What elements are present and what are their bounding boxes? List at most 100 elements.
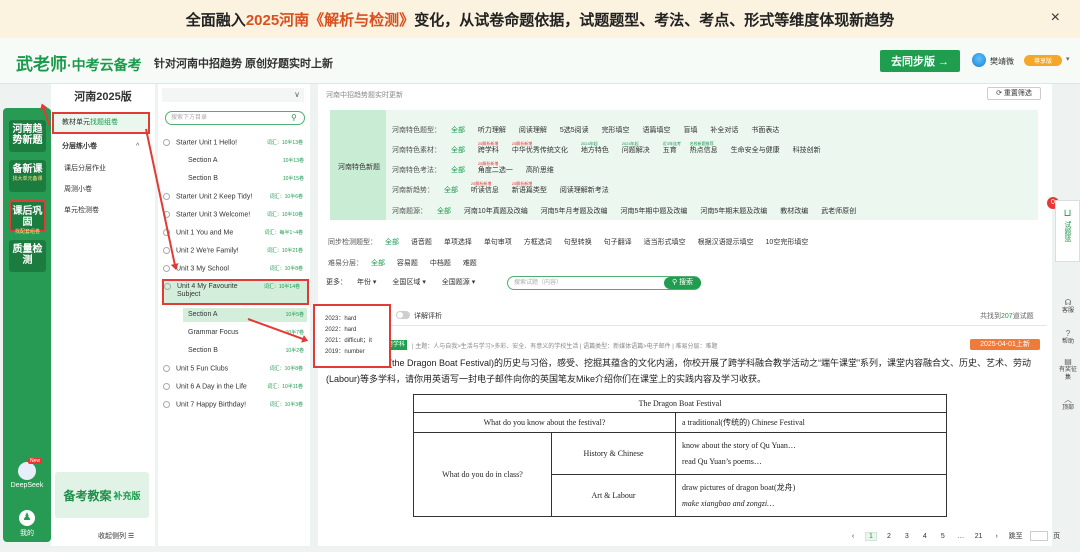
nav-henan-trend[interactable]: 河南趋势新题 xyxy=(9,120,46,152)
filter-option[interactable]: 高阶思维 xyxy=(526,167,554,174)
filter-option[interactable]: 科技创新 xyxy=(793,147,821,154)
me-button[interactable]: ♟ 我的 xyxy=(9,510,45,538)
unit-row[interactable]: Unit 7 Happy Birthday! 词汇：10半3卷 xyxy=(163,401,307,409)
search-icon[interactable]: ⚲ xyxy=(291,112,303,124)
expand-icon[interactable] xyxy=(163,139,170,146)
filter-option[interactable]: 全部 xyxy=(451,127,465,134)
filter-option[interactable]: 难题 xyxy=(463,260,477,267)
filter-option[interactable]: 阅读理解新考法 xyxy=(560,187,609,194)
filter-option[interactable]: 教材改编 xyxy=(780,208,808,215)
filter-option[interactable]: 阅读理解 xyxy=(519,127,547,134)
expand-icon[interactable] xyxy=(163,401,170,408)
unit-row[interactable]: Unit 2 We're Family! 词汇：10半21卷 xyxy=(163,247,307,255)
section-row[interactable]: Section A 10半13卷 xyxy=(188,157,306,164)
nav-new-lesson[interactable]: 备新课 找大单元备课 xyxy=(9,160,46,192)
filter-option[interactable]: 全部 xyxy=(437,208,451,215)
help-button[interactable]: ? 帮助 xyxy=(1058,330,1078,346)
top-button[interactable]: ︿ 顶部 xyxy=(1058,396,1078,412)
filter-option[interactable]: 武老师原创 xyxy=(821,208,856,215)
expand-icon[interactable] xyxy=(163,365,170,372)
filter-option[interactable]: 语音题 xyxy=(411,239,432,246)
detail-parse-toggle[interactable] xyxy=(396,311,410,319)
filter-option[interactable]: 书面表达 xyxy=(751,127,779,134)
expand-icon[interactable] xyxy=(163,193,170,200)
filter-option[interactable]: 25解析新增 中华优秀传统文化 xyxy=(512,141,568,154)
lesson-plan-promo[interactable]: 备考教案 补充版 xyxy=(55,472,149,518)
chevron-up-icon[interactable]: ^ xyxy=(136,143,139,150)
filter-option[interactable]: 根据汉语提示填空 xyxy=(698,239,754,246)
nav-quality-check[interactable]: 质量检测 xyxy=(9,240,46,272)
unit-row[interactable]: Unit 1 You and Me 词汇：每半1~4卷 xyxy=(163,229,307,237)
page-number[interactable]: 5 xyxy=(937,533,949,540)
catalog-search-input[interactable]: 搜索下方目录 xyxy=(165,111,305,125)
avatar[interactable] xyxy=(972,53,986,67)
filter-option[interactable]: 句型转换 xyxy=(564,239,592,246)
filter-option[interactable]: 补全对话 xyxy=(710,127,738,134)
question-basket-button[interactable]: ⊔ 试题篮 xyxy=(1055,200,1080,262)
page-number[interactable]: 3 xyxy=(901,533,913,540)
filter-option[interactable]: 全部 xyxy=(371,260,385,267)
filter-option[interactable]: 25解析新增 听读信息 xyxy=(471,181,499,194)
section-row[interactable]: Section B 10半2卷 xyxy=(188,347,306,354)
page-number[interactable]: 2 xyxy=(883,533,895,540)
filter-option[interactable]: 容易题 xyxy=(397,260,418,267)
filter-option[interactable]: 完形填空 xyxy=(602,127,630,134)
reset-filter-button[interactable]: ⟳ 重置筛选 xyxy=(987,87,1041,100)
filter-option[interactable]: 单项选择 xyxy=(444,239,472,246)
goto-page-input[interactable] xyxy=(1029,531,1048,542)
year-select[interactable]: 年份 ▾ xyxy=(357,279,376,286)
menu-item-weekly[interactable]: 周测小卷 xyxy=(64,184,92,194)
section-row[interactable]: Section B 10半15卷 xyxy=(188,175,306,182)
catalog-dropdown[interactable]: ∨ xyxy=(162,88,304,102)
next-page-icon[interactable]: › xyxy=(991,533,1003,540)
filter-option[interactable]: 全部 xyxy=(385,239,399,246)
logo[interactable]: 武老师·中考云备考 xyxy=(16,50,142,75)
filter-option[interactable]: 中档题 xyxy=(430,260,451,267)
filter-option[interactable]: 生命安全与健康 xyxy=(731,147,780,154)
unit-row[interactable]: Unit 6 A Day in the Life 词汇：10半11卷 xyxy=(163,383,307,391)
filter-option[interactable]: 听力理解 xyxy=(478,127,506,134)
chevron-down-icon[interactable]: ▾ xyxy=(1066,55,1070,63)
region-select[interactable]: 全国区域 ▾ xyxy=(392,279,425,286)
unit-row[interactable]: Starter Unit 1 Hello! 词汇：10半13卷 xyxy=(163,139,307,147)
nav-after-class[interactable]: 课后巩固 找配套组卷 xyxy=(9,200,46,235)
filter-option[interactable]: 5选5阅读 xyxy=(560,127,589,134)
expand-icon[interactable] xyxy=(163,265,170,272)
filter-option[interactable]: 近3年连考 五育 xyxy=(663,141,681,154)
filter-option[interactable]: 全部 xyxy=(451,167,465,174)
filter-option[interactable]: 河南5年月考题及改编 xyxy=(541,208,608,215)
filter-option[interactable]: 25解析新增 跨学科 xyxy=(478,141,499,154)
source-select[interactable]: 全国题源 ▾ xyxy=(442,279,475,286)
prev-page-icon[interactable]: ‹ xyxy=(847,533,859,540)
filter-option[interactable]: 2024年起 问题解决 xyxy=(622,141,650,154)
filter-option[interactable]: 河南5年期中题及改编 xyxy=(621,208,688,215)
filter-option[interactable]: 全部 xyxy=(451,147,465,154)
menu-item-homework[interactable]: 课后分层作业 xyxy=(64,163,106,173)
page-number[interactable]: 4 xyxy=(919,533,931,540)
deepseek-button[interactable]: New DeepSeek xyxy=(9,458,45,489)
filter-option[interactable]: 适当形式填空 xyxy=(644,239,686,246)
filter-option[interactable]: 名校新题推荐 热点信息 xyxy=(690,141,718,154)
sync-version-button[interactable]: 去同步版 → xyxy=(880,50,960,72)
menu-item-unit-test[interactable]: 单元检测卷 xyxy=(64,205,99,215)
filter-option[interactable]: 河南5年期末题及改编 xyxy=(700,208,767,215)
feedback-button[interactable]: ▤ 有奖征集 xyxy=(1058,358,1078,382)
filter-option[interactable]: 全部 xyxy=(444,187,458,194)
expand-icon[interactable] xyxy=(163,247,170,254)
unit-row[interactable]: Starter Unit 3 Welcome! 词汇：10半10卷 xyxy=(163,211,307,219)
filter-option[interactable]: 25解析新增 角度二选一 xyxy=(478,161,513,174)
page-number[interactable]: 21 xyxy=(973,533,985,540)
unit-row[interactable]: Unit 3 My School 词汇：10半8卷 xyxy=(163,265,307,273)
unit-4-label-row[interactable]: Unit 4 My Favourite Subject 词汇：10半14卷 xyxy=(164,283,304,299)
filter-option[interactable]: 25解析新增 新语篇类型 xyxy=(512,181,547,194)
unit-row[interactable]: Starter Unit 2 Keep Tidy! 词汇：10半6卷 xyxy=(163,193,307,201)
filter-option[interactable]: 语篇填空 xyxy=(643,127,671,134)
search-button[interactable]: ⚲ 搜索 xyxy=(664,277,701,289)
filter-option[interactable]: 2024年起 地方特色 xyxy=(581,141,609,154)
close-icon[interactable]: × xyxy=(1051,9,1060,27)
expand-icon[interactable] xyxy=(164,283,171,290)
group-layered-practice[interactable]: 分层练小卷 xyxy=(62,141,97,151)
user-name[interactable]: 樊靖微 xyxy=(990,56,1014,67)
tab-textbook-unit[interactable]: 教材单元找题组卷 xyxy=(52,112,150,134)
expand-icon[interactable] xyxy=(163,383,170,390)
